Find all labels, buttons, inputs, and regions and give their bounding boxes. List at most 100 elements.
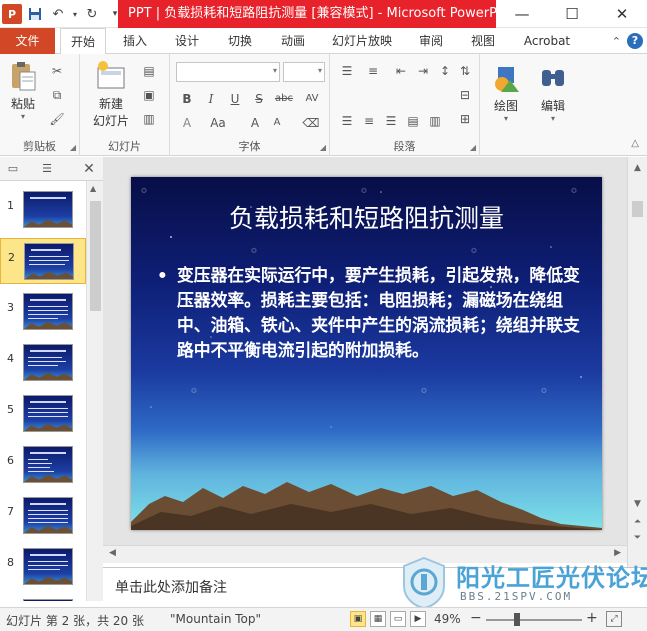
thumbnail-row[interactable] [0,595,86,601]
tab-review[interactable]: 审阅 [410,28,452,54]
help-icon[interactable]: ? [627,33,643,49]
font-color-button[interactable]: A [178,114,196,132]
scroll-thumb[interactable] [632,201,643,217]
tab-slideshow[interactable]: 幻灯片放映 [326,28,398,54]
thumbnail-row[interactable]: 7 [0,493,86,539]
notes-placeholder[interactable]: 单击此处添加备注 [115,577,227,597]
bullets-icon[interactable]: ☰ [338,62,356,80]
tab-view[interactable]: 视图 [462,28,504,54]
line-spacing-icon[interactable]: ↕ [436,62,454,80]
cut-icon[interactable]: ✂ [48,62,66,80]
shrink-font-button[interactable]: A [268,114,286,132]
paste-button[interactable]: 粘贴 ▾ [6,60,40,121]
bold-button[interactable]: B [178,90,196,108]
convert-smartart-icon[interactable]: ⊞ [456,110,474,128]
fit-to-window-icon[interactable]: ⤢ [606,611,622,627]
thumbnail-row[interactable]: 4 [0,340,86,386]
undo-icon[interactable]: ↶ [48,4,68,24]
grow-font-button[interactable]: A [246,114,264,132]
zoom-level[interactable]: 49% [434,612,461,626]
slides-tab-icon[interactable]: ▭ [2,160,24,178]
thumbnail-scrollbar[interactable]: ▲ [86,181,103,601]
clipboard-launcher-icon[interactable]: ◢ [70,143,76,152]
close-button[interactable]: ✕ [597,0,647,28]
zoom-in-button[interactable]: + [586,610,598,626]
editor-vertical-scrollbar[interactable]: ▲ ▼ ⏶ ⏷ [627,157,647,567]
reset-icon[interactable]: ▣ [140,86,158,104]
scroll-up-icon[interactable]: ▲ [630,161,645,175]
tab-transitions[interactable]: 切换 [219,28,261,54]
align-text-icon[interactable]: ⊟ [456,86,474,104]
align-left-icon[interactable]: ☰ [338,112,356,130]
minimize-button[interactable]: — [497,0,547,28]
section-icon[interactable]: ▥ [140,110,158,128]
normal-view-icon[interactable]: ▣ [350,611,366,627]
decrease-indent-icon[interactable]: ⇤ [392,62,410,80]
thumbnail-row[interactable]: 8 [0,544,86,590]
tab-animations[interactable]: 动画 [272,28,314,54]
underline-button[interactable]: U [226,90,244,108]
thumbnail-row[interactable]: 6 [0,442,86,488]
thumbnail-row[interactable]: 1 [0,187,86,233]
current-slide[interactable]: ✪ ✪ ✪ ✪ ✪ ✪ ✪ ✪ 负载损耗和短路阻抗测量 • 变压器在实际运行中，… [131,177,602,530]
change-case-button[interactable]: Aa [206,114,230,132]
zoom-slider-handle[interactable] [514,613,520,626]
strikethrough-button[interactable]: abc [272,90,296,108]
binoculars-icon [537,62,569,94]
maximize-button[interactable]: ☐ [547,0,597,28]
close-pane-icon[interactable]: ✕ [78,160,100,178]
previous-slide-icon[interactable]: ⏶ [630,515,645,529]
increase-indent-icon[interactable]: ⇥ [414,62,432,80]
format-painter-icon[interactable]: 🖌 [48,110,66,128]
thumbnail-row-selected[interactable]: 2 [0,238,86,284]
slide-thumbnail [23,548,73,585]
tab-file[interactable]: 文件 [0,28,55,54]
collapse-ribbon-icon[interactable]: ⌃ [612,35,621,48]
save-icon[interactable] [25,4,45,24]
outline-tab-icon[interactable]: ☰ [36,160,58,178]
new-slide-button[interactable]: 新建 幻灯片 [86,60,136,129]
slide-sorter-view-icon[interactable]: ▦ [370,611,386,627]
powerpoint-app-icon[interactable]: P [2,4,22,24]
slideshow-view-icon[interactable]: ▶ [410,611,426,627]
redo-icon[interactable]: ↻ [82,4,102,24]
slide-body-text[interactable]: • 变压器在实际运行中，要产生损耗，引起发热，降低变压器效率。损耗主要包括：电阻… [157,263,587,363]
tab-insert[interactable]: 插入 [114,28,156,54]
columns-icon[interactable]: ▥ [426,112,444,130]
text-direction-icon[interactable]: ⇅ [456,62,474,80]
numbering-icon[interactable]: ≡ [364,62,382,80]
italic-button[interactable]: I [202,90,220,108]
scroll-up-icon[interactable]: ▲ [90,184,96,193]
tab-design[interactable]: 设计 [166,28,208,54]
slide-title[interactable]: 负载损耗和短路阻抗测量 [131,199,602,235]
font-name-combo[interactable]: ▾ [176,62,280,82]
font-size-combo[interactable]: ▾ [283,62,325,82]
drawing-button[interactable]: 绘图 ▾ [490,62,522,123]
zoom-slider[interactable] [486,619,582,621]
font-launcher-icon[interactable]: ◢ [320,143,326,152]
next-slide-icon[interactable]: ⏷ [630,531,645,545]
layout-icon[interactable]: ▤ [140,62,158,80]
shadow-button[interactable]: S [250,90,268,108]
copy-icon[interactable]: ⧉ [48,86,66,104]
scroll-left-icon[interactable]: ◀ [109,548,116,558]
tab-home[interactable]: 开始 [60,28,106,55]
thumbnail-row[interactable]: 3 [0,289,86,335]
paragraph-launcher-icon[interactable]: ◢ [470,143,476,152]
clear-formatting-icon[interactable]: ⌫ [302,114,320,132]
undo-dropdown-icon[interactable]: ▾ [71,4,79,24]
char-spacing-button[interactable]: AV [300,90,324,108]
align-center-icon[interactable]: ≡ [360,112,378,130]
editing-button[interactable]: 编辑 ▾ [536,62,570,123]
reading-view-icon[interactable]: ▭ [390,611,406,627]
justify-icon[interactable]: ▤ [404,112,422,130]
minimize-ribbon-icon[interactable]: △ [631,138,639,149]
group-label-paragraph: 段落 [393,140,416,153]
align-right-icon[interactable]: ☰ [382,112,400,130]
thumbnail-row[interactable]: 5 [0,391,86,437]
slide-counter: 幻灯片 第 2 张，共 20 张 [6,614,144,628]
scroll-thumb[interactable] [90,201,101,311]
scroll-down-icon[interactable]: ▼ [630,497,645,511]
zoom-out-button[interactable]: − [470,610,482,626]
tab-acrobat[interactable]: Acrobat [517,28,577,54]
